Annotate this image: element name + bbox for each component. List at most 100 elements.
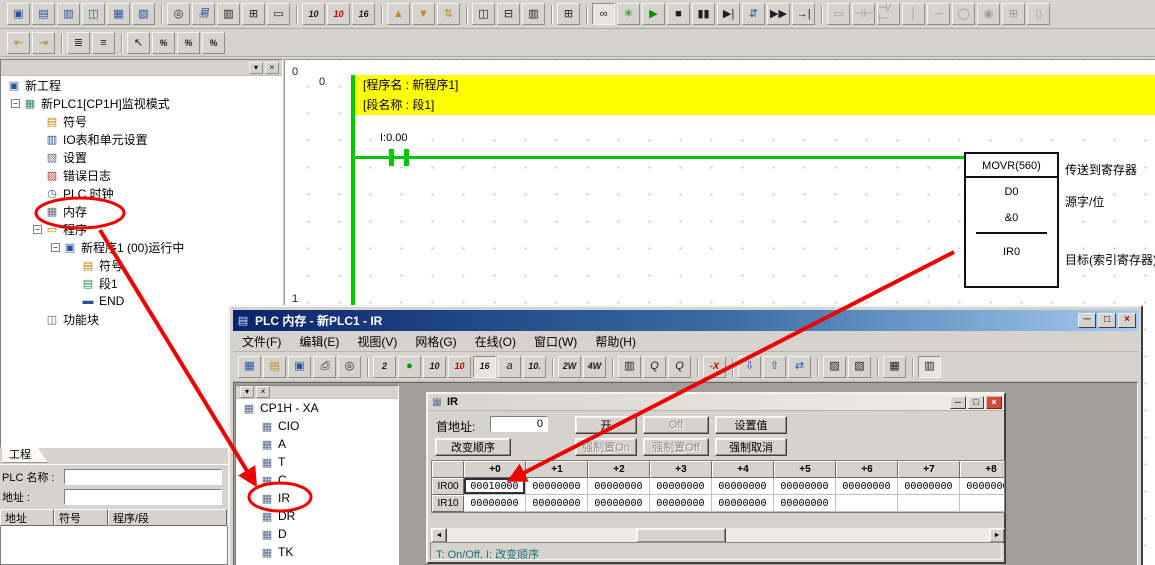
tree-item-plc-clock[interactable]: ◷ PLC 时钟 bbox=[1, 184, 282, 202]
table-cell[interactable]: 00000000 bbox=[526, 495, 588, 512]
ladder-view-icon[interactable]: ▥ bbox=[217, 3, 240, 25]
contact-i000[interactable] bbox=[389, 149, 394, 166]
print-icon[interactable]: ⎙ bbox=[313, 356, 336, 378]
monitor-settings-icon[interactable]: ▥ bbox=[918, 356, 941, 378]
tree-item-plc[interactable]: − ▦ 新PLC1[CP1H]监视模式 bbox=[1, 94, 282, 112]
previous-rung-icon[interactable]: ▲ bbox=[387, 3, 410, 25]
memtree-cio[interactable]: ▦ CIO bbox=[236, 417, 398, 435]
stop-mode-icon[interactable]: ■ bbox=[667, 3, 690, 25]
close-icon[interactable]: × bbox=[1118, 313, 1136, 328]
tree-item-io-table[interactable]: ▥ IO表和单元设置 bbox=[1, 130, 282, 148]
tree-item-settings[interactable]: ▧ 设置 bbox=[1, 148, 282, 166]
scan-step-icon[interactable]: →| bbox=[792, 3, 815, 25]
tile-windows-icon[interactable]: ⊟ bbox=[497, 3, 520, 25]
dock-menu-icon[interactable]: ▾ bbox=[240, 386, 254, 398]
menu-grid[interactable]: 网格(G) bbox=[406, 331, 465, 352]
table-cell[interactable]: 00000000 bbox=[588, 495, 650, 512]
vertical-line-icon[interactable]: │ bbox=[902, 3, 925, 25]
run-mode-icon[interactable]: ▶ bbox=[642, 3, 665, 25]
delete-tool-icon[interactable]: ▯ bbox=[1027, 3, 1050, 25]
table-cell[interactable]: 00000000 bbox=[898, 478, 960, 495]
work-online-icon[interactable]: ∞ bbox=[592, 3, 615, 25]
pane-icon[interactable]: ▥ bbox=[618, 356, 641, 378]
table-cell[interactable]: 00000000 bbox=[774, 495, 836, 512]
zoom-window-icon[interactable]: ⊞ bbox=[557, 3, 580, 25]
step-run-icon[interactable]: ▶| bbox=[717, 3, 740, 25]
decimal-display-icon[interactable]: 10 bbox=[423, 356, 446, 378]
contact-nc-icon[interactable]: ⊣/⊢ bbox=[877, 3, 900, 25]
online-settings-icon[interactable]: ✳ bbox=[617, 3, 640, 25]
clear-memory-icon[interactable]: -X bbox=[703, 356, 726, 378]
minimize-icon[interactable]: ─ bbox=[1078, 313, 1096, 328]
force-cancel-button[interactable]: 强制取消 bbox=[715, 438, 787, 456]
memtree-c[interactable]: ▦ C bbox=[236, 471, 398, 489]
table-cell[interactable]: 00000000 bbox=[650, 478, 712, 495]
transfer-from-plc-icon[interactable]: ⇧ bbox=[763, 356, 786, 378]
tree-expander-icon[interactable]: − bbox=[33, 225, 42, 234]
output-window-icon[interactable]: ▤ bbox=[32, 3, 55, 25]
fill-icon[interactable]: ▨ bbox=[823, 356, 846, 378]
select-tool-icon[interactable]: ▭ bbox=[827, 3, 850, 25]
tree-item-new-project[interactable]: ▣ 新工程 bbox=[1, 76, 282, 94]
table-cell[interactable]: 00000000 bbox=[960, 478, 1005, 495]
signed-decimal-display-icon[interactable]: 10 bbox=[327, 3, 350, 25]
table-cell[interactable]: 00000000 bbox=[774, 478, 836, 495]
zoom-in-icon[interactable]: Q bbox=[643, 356, 666, 378]
symbol-list-icon[interactable]: ≣ bbox=[67, 32, 90, 54]
horizontal-scrollbar[interactable]: ◄ ► bbox=[431, 528, 1005, 543]
minimize-icon[interactable]: ─ bbox=[950, 396, 966, 409]
hex-display-icon[interactable]: 16 bbox=[352, 3, 375, 25]
cross-reference-window-icon[interactable]: ◫ bbox=[82, 3, 105, 25]
tree-item-memory[interactable]: ▦ 内存 bbox=[1, 202, 282, 220]
save-icon[interactable]: ▣ bbox=[288, 356, 311, 378]
rung-comment-icon[interactable]: ▭ bbox=[267, 3, 290, 25]
find-icon[interactable]: ◎ bbox=[167, 3, 190, 25]
signed-decimal-icon[interactable]: 10 bbox=[448, 356, 471, 378]
dock-menu-icon[interactable]: ▾ bbox=[249, 62, 263, 74]
memtree-root[interactable]: ▦ CP1H - XA bbox=[236, 399, 398, 417]
float-display-icon[interactable]: 10. bbox=[523, 356, 546, 378]
zoom-percent-icon[interactable]: % bbox=[152, 32, 175, 54]
zoom-percent2-icon[interactable]: % bbox=[177, 32, 200, 54]
memtree-dr[interactable]: ▦ DR bbox=[236, 507, 398, 525]
maximize-icon[interactable]: □ bbox=[968, 396, 984, 409]
pointer-icon[interactable]: ↖ bbox=[127, 32, 150, 54]
print-preview-icon[interactable]: ◎ bbox=[338, 356, 361, 378]
on-button[interactable]: 开 bbox=[575, 416, 637, 434]
menu-online[interactable]: 在线(O) bbox=[466, 331, 525, 352]
tree-expander-icon[interactable]: − bbox=[51, 243, 60, 252]
table-cell[interactable]: 00000000 bbox=[464, 495, 526, 512]
table-cell[interactable]: 00000000 bbox=[712, 495, 774, 512]
compare-icon[interactable]: ⇄ bbox=[788, 356, 811, 378]
table-cell[interactable]: 00000000 bbox=[526, 478, 588, 495]
mnemonic-view-icon[interactable]: 易 bbox=[192, 3, 215, 25]
open-icon[interactable]: ▤ bbox=[263, 356, 286, 378]
menu-edit[interactable]: 编辑(E) bbox=[290, 331, 348, 352]
grid-toggle-icon[interactable]: ⊞ bbox=[242, 3, 265, 25]
tree-item-symbols[interactable]: ▤ 符号 bbox=[1, 112, 282, 130]
continuous-step-icon[interactable]: ▶▶ bbox=[767, 3, 790, 25]
cascade-windows-icon[interactable]: ▥ bbox=[522, 3, 545, 25]
indent-left-icon[interactable]: ⇤ bbox=[7, 32, 30, 54]
zoom-out-icon[interactable]: Q bbox=[668, 356, 691, 378]
project-tab[interactable]: 工程 bbox=[2, 448, 48, 463]
watch-window-icon[interactable]: ▥ bbox=[57, 3, 80, 25]
indent-right-icon[interactable]: ⇥ bbox=[32, 32, 55, 54]
close-icon[interactable]: × bbox=[265, 62, 279, 74]
project-window-icon[interactable]: ▣ bbox=[7, 3, 30, 25]
step-into-icon[interactable]: ⇵ bbox=[742, 3, 765, 25]
force-on-button[interactable]: 强制置On bbox=[575, 438, 637, 456]
decimal-display-icon[interactable]: 10 bbox=[302, 3, 325, 25]
word-2w-icon[interactable]: 2W bbox=[558, 356, 581, 378]
force-off-button[interactable]: 强制置Off bbox=[643, 438, 709, 456]
close-icon[interactable]: × bbox=[256, 386, 270, 398]
menu-window[interactable]: 窗口(W) bbox=[525, 331, 586, 352]
contact-i000[interactable] bbox=[404, 149, 409, 166]
address-list-icon[interactable]: ≡ bbox=[92, 32, 115, 54]
instruction-tool-icon[interactable]: ⊞ bbox=[1002, 3, 1025, 25]
table-cell[interactable]: 00000000 bbox=[650, 495, 712, 512]
table-cell[interactable] bbox=[836, 495, 898, 512]
horizontal-line-icon[interactable]: ─ bbox=[927, 3, 950, 25]
memtree-t[interactable]: ▦ T bbox=[236, 453, 398, 471]
address-settings-icon[interactable]: ▦ bbox=[883, 356, 906, 378]
